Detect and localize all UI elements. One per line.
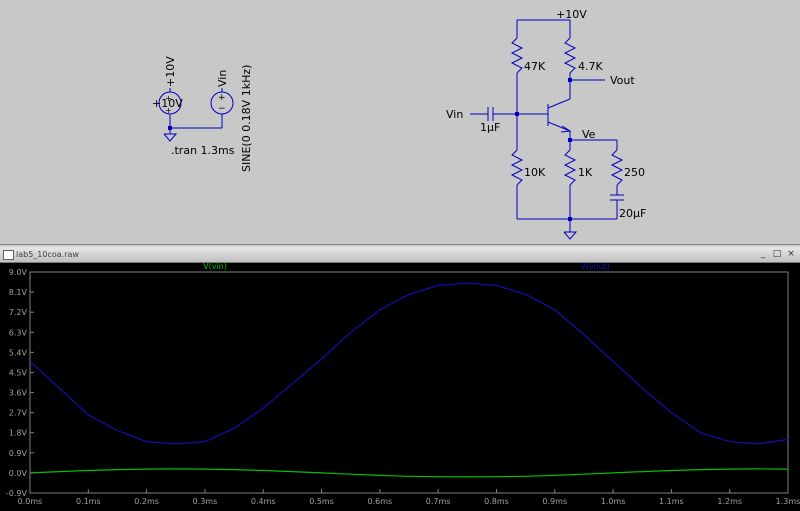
vsource1-value: +10V — [152, 97, 183, 110]
schematic-editor[interactable]: + + + − +10V +10V Vin SINE(0 0.18V 1kHz)… — [0, 0, 800, 245]
r1-label: 47K — [524, 60, 546, 73]
schematic-canvas[interactable]: + + + − +10V +10V Vin SINE(0 0.18V 1kHz)… — [0, 0, 800, 244]
x-tick-label: 1.1ms — [659, 497, 684, 506]
supply-label: +10V — [556, 8, 587, 21]
vsource2-name: Vin — [216, 70, 229, 87]
waveform-window[interactable]: lab5_10coa.raw _ □ × 9.0V 8.1V 7.2V 6.3V 5.4… — [0, 247, 800, 511]
x-tick-label: 0.2ms — [134, 497, 159, 506]
c1-label: 1µF — [480, 121, 500, 134]
trace-vvin[interactable] — [29, 468, 789, 478]
x-tick-label: 1.0ms — [601, 497, 626, 506]
ground-icon — [163, 133, 178, 142]
y-tick-label: 0.0V — [9, 469, 28, 478]
trace-legend-label[interactable]: V(vin) — [203, 262, 227, 271]
vout-label: Vout — [610, 74, 635, 87]
y-tick-label: 7.2V — [9, 308, 28, 317]
x-tick-label: 0.4ms — [251, 497, 276, 506]
svg-text:+: + — [218, 93, 226, 103]
y-tick-label: 1.8V — [9, 429, 28, 438]
r3-label: 10K — [524, 166, 546, 179]
y-tick-label: 2.7V — [9, 409, 28, 418]
resistor-r3[interactable] — [510, 149, 524, 186]
tran-directive[interactable]: .tran 1.3ms — [171, 144, 235, 157]
r2-label: 4.7K — [578, 60, 603, 73]
y-tick-label: 5.4V — [9, 348, 28, 357]
vin-label: Vin — [446, 108, 463, 121]
r4-label: 1K — [578, 166, 593, 179]
x-tick-label: 0.5ms — [309, 497, 334, 506]
trace-vvout[interactable] — [29, 282, 789, 445]
y-tick-label: 3.6V — [9, 389, 28, 398]
waveform-plot[interactable]: 9.0V 8.1V 7.2V 6.3V 5.4V 4.5V 3.6V 2.7V 1.8V 0.9V… — [0, 247, 800, 511]
x-tick-label: 0.0ms — [18, 497, 43, 506]
y-tick-label: 9.0V — [9, 268, 28, 277]
resistor-r1[interactable] — [510, 37, 524, 74]
x-tick-label: 0.6ms — [368, 497, 393, 506]
resistor-r2[interactable] — [563, 37, 577, 74]
y-tick-label: 6.3V — [9, 328, 28, 337]
x-tick-label: 0.9ms — [542, 497, 567, 506]
y-tick-label: 4.5V — [9, 368, 28, 377]
r5-label: 250 — [624, 166, 645, 179]
x-tick-label: 0.8ms — [484, 497, 509, 506]
c2-label: 20µF — [619, 207, 646, 220]
ground-icon — [563, 231, 578, 240]
trace-legend-label[interactable]: V(vout) — [580, 262, 610, 271]
svg-text:−: − — [218, 104, 226, 114]
x-tick-label: 0.3ms — [193, 497, 218, 506]
y-tick-label: 8.1V — [9, 288, 28, 297]
x-tick-label: 0.7ms — [426, 497, 451, 506]
y-tick-label: 0.9V — [9, 449, 28, 458]
plot-frame — [29, 271, 789, 494]
vsource1-name: +10V — [164, 56, 177, 87]
resistor-r5[interactable] — [610, 149, 624, 186]
ve-label: Ve — [582, 128, 596, 141]
x-tick-label: 1.2ms — [717, 497, 742, 506]
x-tick-label: 1.3ms — [776, 497, 800, 506]
vsource2-value: SINE(0 0.18V 1kHz) — [240, 65, 253, 172]
resistor-r4[interactable] — [563, 149, 577, 186]
x-tick-label: 0.1ms — [76, 497, 101, 506]
